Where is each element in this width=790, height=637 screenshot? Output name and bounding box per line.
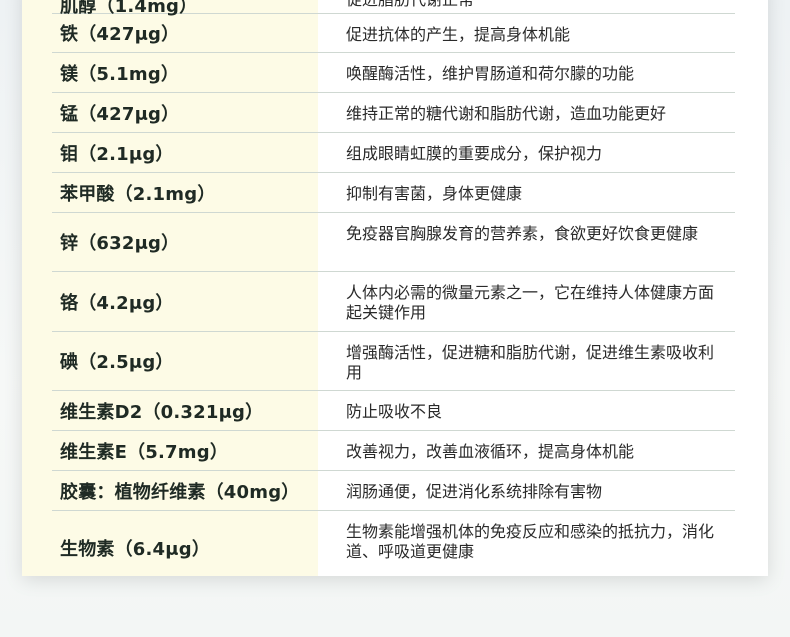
nutrient-name: 铬（4.2μg） xyxy=(60,292,174,314)
table-row: 铁（427μg） 促进抗体的产生，提高身体机能 xyxy=(22,14,768,53)
nutrient-name: 胶囊：植物纤维素（40mg） xyxy=(60,481,300,503)
nutrient-desc: 人体内必需的微量元素之一，它在维持人体健康方面起关键作用 xyxy=(346,283,715,322)
nutrient-name: 铁（427μg） xyxy=(60,24,180,45)
nutrient-name: 维生素E（5.7mg） xyxy=(60,441,229,463)
nutrient-name: 锰（427μg） xyxy=(60,103,180,125)
table-row: 肌醇（1.4mg） 促进脂肪代谢正常 xyxy=(22,0,768,17)
nutrient-desc: 免疫器官胸腺发育的营养素，食欲更好饮食更健康 xyxy=(346,224,699,243)
nutrient-desc: 维持正常的糖代谢和脂肪代谢，造血功能更好 xyxy=(346,104,667,123)
table-row: 维生素D2（0.321μg） 防止吸收不良 xyxy=(22,391,768,431)
nutrient-name: 维生素D2（0.321μg） xyxy=(60,401,264,423)
nutrient-table-card: 肌醇（1.4mg） 促进脂肪代谢正常 铁（427μg） 促进抗体的产生，提高身体… xyxy=(22,0,768,576)
nutrient-name: 钼（2.1μg） xyxy=(60,143,174,165)
nutrient-desc: 抑制有害菌，身体更健康 xyxy=(346,184,523,203)
table-row: 胶囊：植物纤维素（40mg） 润肠通便，促进消化系统排除有害物 xyxy=(22,471,768,511)
nutrient-desc: 组成眼睛虹膜的重要成分，保护视力 xyxy=(346,144,603,163)
nutrient-name: 生物素（6.4μg） xyxy=(60,539,211,560)
nutrient-desc: 增强酶活性，促进糖和脂肪代谢，促进维生素吸收利用 xyxy=(346,343,715,382)
table-row: 维生素E（5.7mg） 改善视力，改善血液循环，提高身体机能 xyxy=(22,431,768,471)
nutrient-desc: 促进脂肪代谢正常 xyxy=(346,0,718,10)
table-row: 锌（632μg） 免疫器官胸腺发育的营养素，食欲更好饮食更健康 xyxy=(22,213,768,272)
nutrient-desc: 改善视力，改善血液循环，提高身体机能 xyxy=(346,442,635,461)
nutrient-name: 锌（632μg） xyxy=(60,233,180,254)
nutrient-name: 碘（2.5μg） xyxy=(60,352,174,373)
table-row: 镁（5.1mg） 唤醒酶活性，维护胃肠道和荷尔朦的功能 xyxy=(22,53,768,93)
left-margin xyxy=(22,0,52,576)
table-row: 苯甲酸（2.1mg） 抑制有害菌，身体更健康 xyxy=(22,173,768,213)
nutrient-name: 苯甲酸（2.1mg） xyxy=(60,183,216,205)
page: 肌醇（1.4mg） 促进脂肪代谢正常 铁（427μg） 促进抗体的产生，提高身体… xyxy=(0,0,790,637)
nutrient-desc: 生物素能增强机体的免疫反应和感染的抵抗力，消化道、呼吸道更健康 xyxy=(346,522,715,561)
table-row: 锰（427μg） 维持正常的糖代谢和脂肪代谢，造血功能更好 xyxy=(22,93,768,133)
nutrient-name: 镁（5.1mg） xyxy=(60,63,180,85)
nutrient-desc: 防止吸收不良 xyxy=(346,402,443,421)
nutrient-desc: 润肠通便，促进消化系统排除有害物 xyxy=(346,482,603,501)
nutrient-desc: 唤醒酶活性，维护胃肠道和荷尔朦的功能 xyxy=(346,64,635,83)
table-row: 生物素（6.4μg） 生物素能增强机体的免疫反应和感染的抵抗力，消化道、呼吸道更… xyxy=(22,511,768,576)
table-row: 铬（4.2μg） 人体内必需的微量元素之一，它在维持人体健康方面起关键作用 xyxy=(22,272,768,332)
right-margin xyxy=(735,0,768,576)
table-row: 钼（2.1μg） 组成眼睛虹膜的重要成分，保护视力 xyxy=(22,133,768,173)
table-row: 碘（2.5μg） 增强酶活性，促进糖和脂肪代谢，促进维生素吸收利用 xyxy=(22,332,768,391)
nutrient-desc: 促进抗体的产生，提高身体机能 xyxy=(346,25,571,44)
